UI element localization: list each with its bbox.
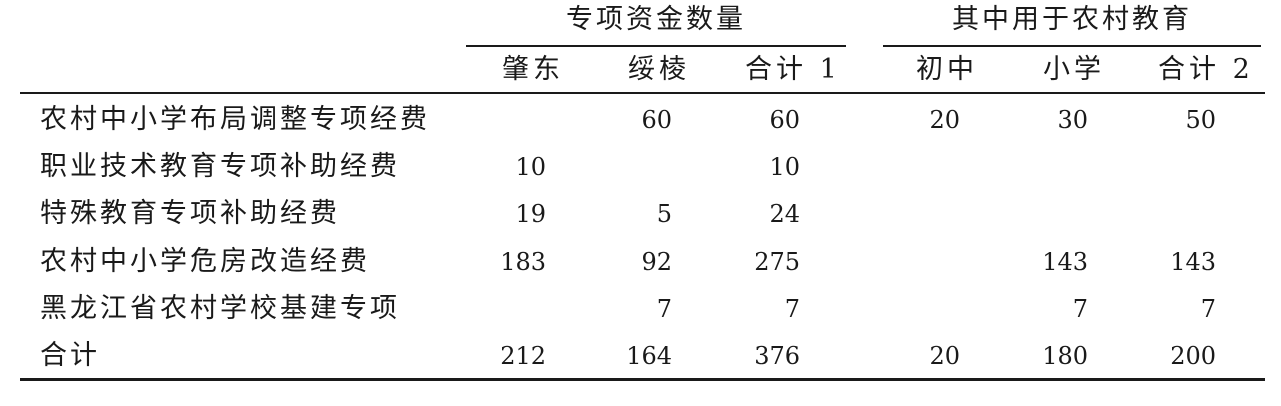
table-cell: 10: [515, 153, 546, 181]
column-header-suiling: 绥棱: [628, 54, 690, 85]
row-label-total: 合计: [40, 340, 100, 371]
row-label: 农村中小学布局调整专项经费: [40, 104, 430, 135]
group-header-special-funds: 专项资金数量: [566, 4, 746, 35]
table-cell: 180: [1042, 342, 1088, 370]
row-label: 黑龙江省农村学校基建专项: [40, 293, 400, 324]
table-row: 农村中小学危房改造经费 183 92 275 143 143: [0, 238, 1281, 286]
table-row: 农村中小学布局调整专项经费 60 60 20 30 50: [0, 96, 1281, 144]
table-cell: [460, 285, 546, 333]
table-cell: [880, 143, 960, 191]
group-rule-rural-education: [883, 45, 1261, 47]
table-cell: 92: [641, 248, 672, 276]
column-header-subtotal-2: 合计 2: [1158, 54, 1254, 85]
table-cell: 143: [1170, 248, 1216, 276]
table-cell: 212: [500, 342, 546, 370]
funding-table: 专项资金数量 其中用于农村教育 肇东 绥棱 合计 1 初中 小学 合计 2 农村…: [0, 0, 1281, 406]
table-cell: [880, 190, 960, 238]
table-cell: 183: [500, 248, 546, 276]
group-rule-special-funds: [466, 45, 846, 47]
table-cell: 143: [1042, 248, 1088, 276]
table-cell: 275: [754, 248, 800, 276]
table-cell: 24: [769, 200, 800, 228]
table-cell: [880, 238, 960, 286]
row-label: 特殊教育专项补助经费: [40, 198, 340, 229]
table-bottom-rule: [20, 378, 1265, 381]
row-label: 农村中小学危房改造经费: [40, 246, 370, 277]
column-header-primary: 小学: [1043, 54, 1105, 85]
column-header-zhaodong: 肇东: [502, 54, 564, 85]
table-cell: 200: [1170, 342, 1216, 370]
table-cell: 30: [1057, 106, 1088, 134]
table-cell: [580, 143, 672, 191]
table-cell: 60: [769, 106, 800, 134]
table-cell: [880, 285, 960, 333]
table-cell: [1000, 143, 1088, 191]
table-cell: 7: [1200, 295, 1216, 323]
table-cell: 20: [929, 106, 960, 134]
table-cell: 7: [656, 295, 672, 323]
table-cell: 60: [641, 106, 672, 134]
table-cell: 10: [769, 153, 800, 181]
table-cell: [1130, 143, 1216, 191]
column-header-junior-high: 初中: [916, 54, 978, 85]
table-cell: 50: [1185, 106, 1216, 134]
table-cell: 19: [515, 200, 546, 228]
table-row-total: 合计 212 164 376 20 180 200: [0, 332, 1281, 380]
table-row: 特殊教育专项补助经费 19 5 24: [0, 190, 1281, 238]
table-row: 黑龙江省农村学校基建专项 7 7 7 7: [0, 285, 1281, 333]
row-label: 职业技术教育专项补助经费: [40, 151, 400, 182]
table-cell: [1130, 190, 1216, 238]
table-cell: 7: [1072, 295, 1088, 323]
table-top-rule: [20, 92, 1265, 94]
table-cell: 376: [754, 342, 800, 370]
group-header-rural-education: 其中用于农村教育: [952, 4, 1192, 35]
table-cell: 5: [656, 200, 672, 228]
table-cell: [1000, 190, 1088, 238]
table-row: 职业技术教育专项补助经费 10 10: [0, 143, 1281, 191]
table-cell: 7: [784, 295, 800, 323]
table-cell: [460, 96, 546, 144]
column-header-subtotal-1: 合计 1: [745, 54, 841, 85]
table-cell: 20: [929, 342, 960, 370]
table-cell: 164: [626, 342, 672, 370]
